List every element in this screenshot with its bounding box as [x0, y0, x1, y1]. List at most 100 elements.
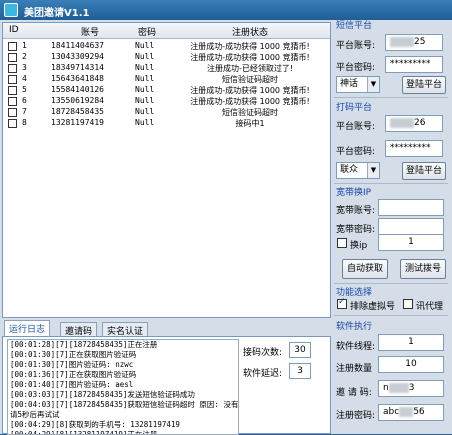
row-checkbox[interactable] [8, 97, 17, 106]
exclude-virtual-checkbox[interactable] [337, 297, 347, 309]
row-status: 注册成功-成功获得 1000 竞猜币! [190, 86, 310, 95]
row-checkbox[interactable] [8, 86, 17, 95]
switch-ip-checkbox[interactable] [337, 238, 347, 248]
title-bar[interactable]: 美团邀请V1.1 [0, 0, 452, 20]
dial-password-field[interactable]: ********* [385, 140, 443, 157]
register-password-field[interactable]: abc 56 [378, 404, 444, 421]
row-id: 7 [22, 107, 27, 116]
tab-invite-code[interactable]: 邀请码 [60, 322, 98, 337]
delay-input[interactable]: 3 [289, 363, 311, 379]
proxy-label: 讯代理 [416, 302, 444, 312]
log-line: [00:04:29][8][13281197419]正在注册 [10, 430, 158, 435]
broadband-title: 宽带换IP [336, 188, 372, 198]
bottom-tabs: 运行日志 邀请码 实名认证 [2, 320, 331, 337]
account-table[interactable]: ID 账号 密码 注册状态 1 18411404637 Null 注册成功-成功获得 … [2, 22, 331, 318]
table-header: ID 账号 密码 注册状态 [3, 23, 330, 39]
switch-ip-count[interactable]: 1 [378, 234, 444, 251]
row-status: 短信验证码超时 [222, 75, 278, 84]
row-checkbox[interactable] [8, 108, 17, 117]
broadband-password-label: 宽带密码: [336, 225, 376, 235]
row-account: 18728458435 [51, 107, 104, 116]
row-id: 5 [22, 85, 27, 94]
dial-platform-select[interactable]: 联众 ▼ [336, 162, 380, 179]
table-row[interactable]: 5 15584140126 Null 注册成功-成功获得 1000 竞猜币! [3, 85, 330, 96]
column-header-account[interactable]: 账号 [55, 25, 125, 38]
column-header-status[interactable]: 注册状态 [175, 25, 325, 38]
divider [334, 183, 448, 184]
run-log[interactable]: [00:01:28][7][18728458435]正在注册 [00:01:30]… [7, 339, 239, 435]
dial-platform-title: 打码平台 [336, 103, 373, 113]
row-checkbox[interactable] [8, 53, 17, 62]
row-password: Null [135, 96, 155, 105]
threads-field[interactable]: 1 [378, 334, 444, 351]
chevron-down-icon: ▼ [367, 163, 379, 178]
row-password: Null [135, 52, 155, 61]
row-status: 注册成功-成功获得 1000 竞猜币! [190, 97, 310, 106]
tab-real-name[interactable]: 实名认证 [102, 322, 149, 337]
invite-code-label: 邀 请 码: [336, 388, 372, 398]
row-checkbox[interactable] [8, 119, 17, 128]
invite-code-field[interactable]: n3 [378, 380, 444, 397]
retry-count-input[interactable]: 30 [289, 342, 311, 358]
broadband-password-field[interactable] [378, 218, 444, 235]
log-line: [00:01:30][7]图片验证码: nzwc [10, 360, 134, 369]
broadband-account-field[interactable] [378, 199, 444, 216]
sms-password-field[interactable]: ********* [385, 56, 443, 73]
auto-get-button[interactable]: 自动获取 [342, 259, 388, 279]
dial-password-label: 平台密码: [336, 147, 376, 157]
row-password: Null [135, 63, 155, 72]
row-id: 3 [22, 63, 27, 72]
tab-run-log[interactable]: 运行日志 [4, 320, 51, 336]
log-line: [00:01:40][7]图片验证码: aesl [10, 380, 134, 389]
register-password-label: 注册密码: [336, 411, 376, 421]
software-title: 软件执行 [336, 322, 373, 332]
table-row[interactable]: 3 18349714314 Null 注册成功-已经领取过了! [3, 63, 330, 74]
row-checkbox[interactable] [8, 75, 17, 84]
table-row[interactable]: 4 15643641848 Null 短信验证码超时 [3, 74, 330, 85]
register-count-label: 注册数量 [336, 364, 373, 374]
table-row[interactable]: 7 18728458435 Null 短信验证码超时 [3, 107, 330, 118]
log-line: [00:03:03][7][18728458435]发送短信验证码成功 [10, 390, 195, 399]
dial-account-field[interactable]: 26 [385, 115, 443, 132]
row-status: 注册成功-已经领取过了! [206, 64, 294, 73]
exclude-virtual-label: 排除虚拟号 [350, 302, 396, 312]
test-dial-button[interactable]: 测试拨号 [400, 259, 446, 279]
sms-platform-select[interactable]: 神话 ▼ [336, 76, 380, 93]
table-row[interactable]: 8 13281197419 Null 接码中1 [3, 118, 330, 129]
log-line: [00:01:30][7]正在获取图片验证码 [10, 350, 137, 359]
log-panel: [00:01:28][7][18728458435]正在注册 [00:01:30]… [2, 336, 331, 435]
sms-login-button[interactable]: 登陆平台 [402, 76, 446, 94]
switch-ip-label: 换ip [350, 241, 368, 251]
dial-login-button[interactable]: 登陆平台 [402, 162, 446, 180]
delay-label: 软件延迟: [243, 369, 283, 379]
row-status: 接码中1 [235, 119, 265, 128]
log-line: 请5秒后再试试 [10, 410, 60, 419]
column-header-password[interactable]: 密码 [125, 25, 169, 38]
row-checkbox[interactable] [8, 64, 17, 73]
table-row[interactable]: 6 13550619284 Null 注册成功-成功获得 1000 竞猜币! [3, 96, 330, 107]
register-count-field[interactable]: 10 [378, 356, 444, 373]
divider [334, 315, 448, 316]
row-status: 短信验证码超时 [222, 108, 278, 117]
app-window: 美团邀请V1.1 ID 账号 密码 注册状态 1 18411404637 Null 注… [0, 0, 452, 435]
table-row[interactable]: 1 18411404637 Null 注册成功-成功获得 1000 竞猜币! [3, 41, 330, 52]
broadband-account-label: 宽带账号: [336, 206, 376, 216]
sms-account-field[interactable]: 25 [385, 34, 443, 51]
log-line: [00:04:29][8]获取到的手机号: 13281197419 [10, 420, 180, 429]
column-header-id[interactable]: ID [9, 25, 19, 35]
sms-password-label: 平台密码: [336, 63, 376, 73]
row-account: 15643641848 [51, 74, 104, 83]
table-row[interactable]: 2 13043309294 Null 注册成功-成功获得 1000 竞猜币! [3, 52, 330, 63]
row-password: Null [135, 85, 155, 94]
row-checkbox[interactable] [8, 42, 17, 51]
dial-account-label: 平台账号: [336, 122, 376, 132]
row-account: 18411404637 [51, 41, 104, 50]
chevron-down-icon: ▼ [367, 77, 379, 92]
log-line: [00:01:28][7][18728458435]正在注册 [10, 340, 158, 349]
row-status: 注册成功-成功获得 1000 竞猜币! [190, 42, 310, 51]
row-id: 8 [22, 118, 27, 127]
proxy-checkbox[interactable] [403, 299, 413, 309]
row-id: 4 [22, 74, 27, 83]
row-password: Null [135, 41, 155, 50]
row-account: 15584140126 [51, 85, 104, 94]
